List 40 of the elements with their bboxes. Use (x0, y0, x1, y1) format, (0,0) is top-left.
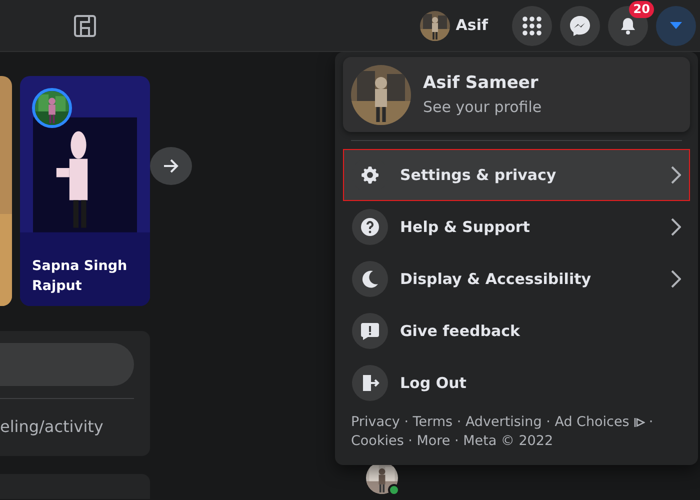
profile-link[interactable]: Asif Sameer See your profile (343, 57, 690, 132)
account-button[interactable] (656, 6, 696, 46)
feeling-activity-button[interactable]: eling/activity (0, 415, 104, 439)
menu-grid-button[interactable] (512, 6, 552, 46)
menu-item[interactable]: Give feedback (343, 305, 690, 357)
menu-item[interactable]: Log Out (343, 357, 690, 409)
separator-dot: · (456, 414, 462, 430)
menu-grid-icon (522, 16, 542, 36)
footer-link[interactable]: Terms (412, 414, 453, 430)
menu-item[interactable]: Display & Accessibility (343, 253, 690, 305)
profile-subtitle: See your profile (423, 97, 542, 118)
separator-dot: · (408, 433, 412, 449)
logout-icon (360, 373, 380, 393)
bell-icon (618, 16, 638, 36)
separator-dot: · (648, 414, 654, 430)
menu-item[interactable]: Settings & privacy (343, 149, 690, 201)
copyright-text: Meta © 2022 (463, 433, 554, 449)
footer-link[interactable]: Ad Choices (554, 414, 645, 430)
feedback-icon (360, 321, 380, 341)
messenger-button[interactable] (560, 6, 600, 46)
footer-link[interactable]: Privacy (351, 414, 400, 430)
logo-icon[interactable] (73, 13, 97, 38)
separator-dot: · (454, 433, 459, 449)
settings-icon (360, 165, 380, 185)
notification-count: 20 (629, 0, 654, 18)
menu-item[interactable]: Help & Support (343, 201, 690, 253)
profile-name: Asif Sameer (423, 72, 540, 94)
caret-icon (670, 22, 682, 30)
arrow-right-icon (163, 159, 179, 173)
help-icon (360, 217, 380, 237)
bell-button[interactable] (608, 6, 648, 46)
profile-chip[interactable]: Asif (418, 8, 496, 42)
footer-link[interactable]: Advertising (465, 414, 542, 430)
next-button[interactable] (150, 147, 192, 185)
separator-dot: · (546, 414, 550, 430)
messenger-icon (569, 14, 591, 36)
moon-icon (360, 269, 380, 289)
footer-link[interactable]: Cookies (351, 433, 404, 449)
footer-link[interactable]: More (416, 433, 450, 449)
separator-dot: · (404, 414, 408, 430)
